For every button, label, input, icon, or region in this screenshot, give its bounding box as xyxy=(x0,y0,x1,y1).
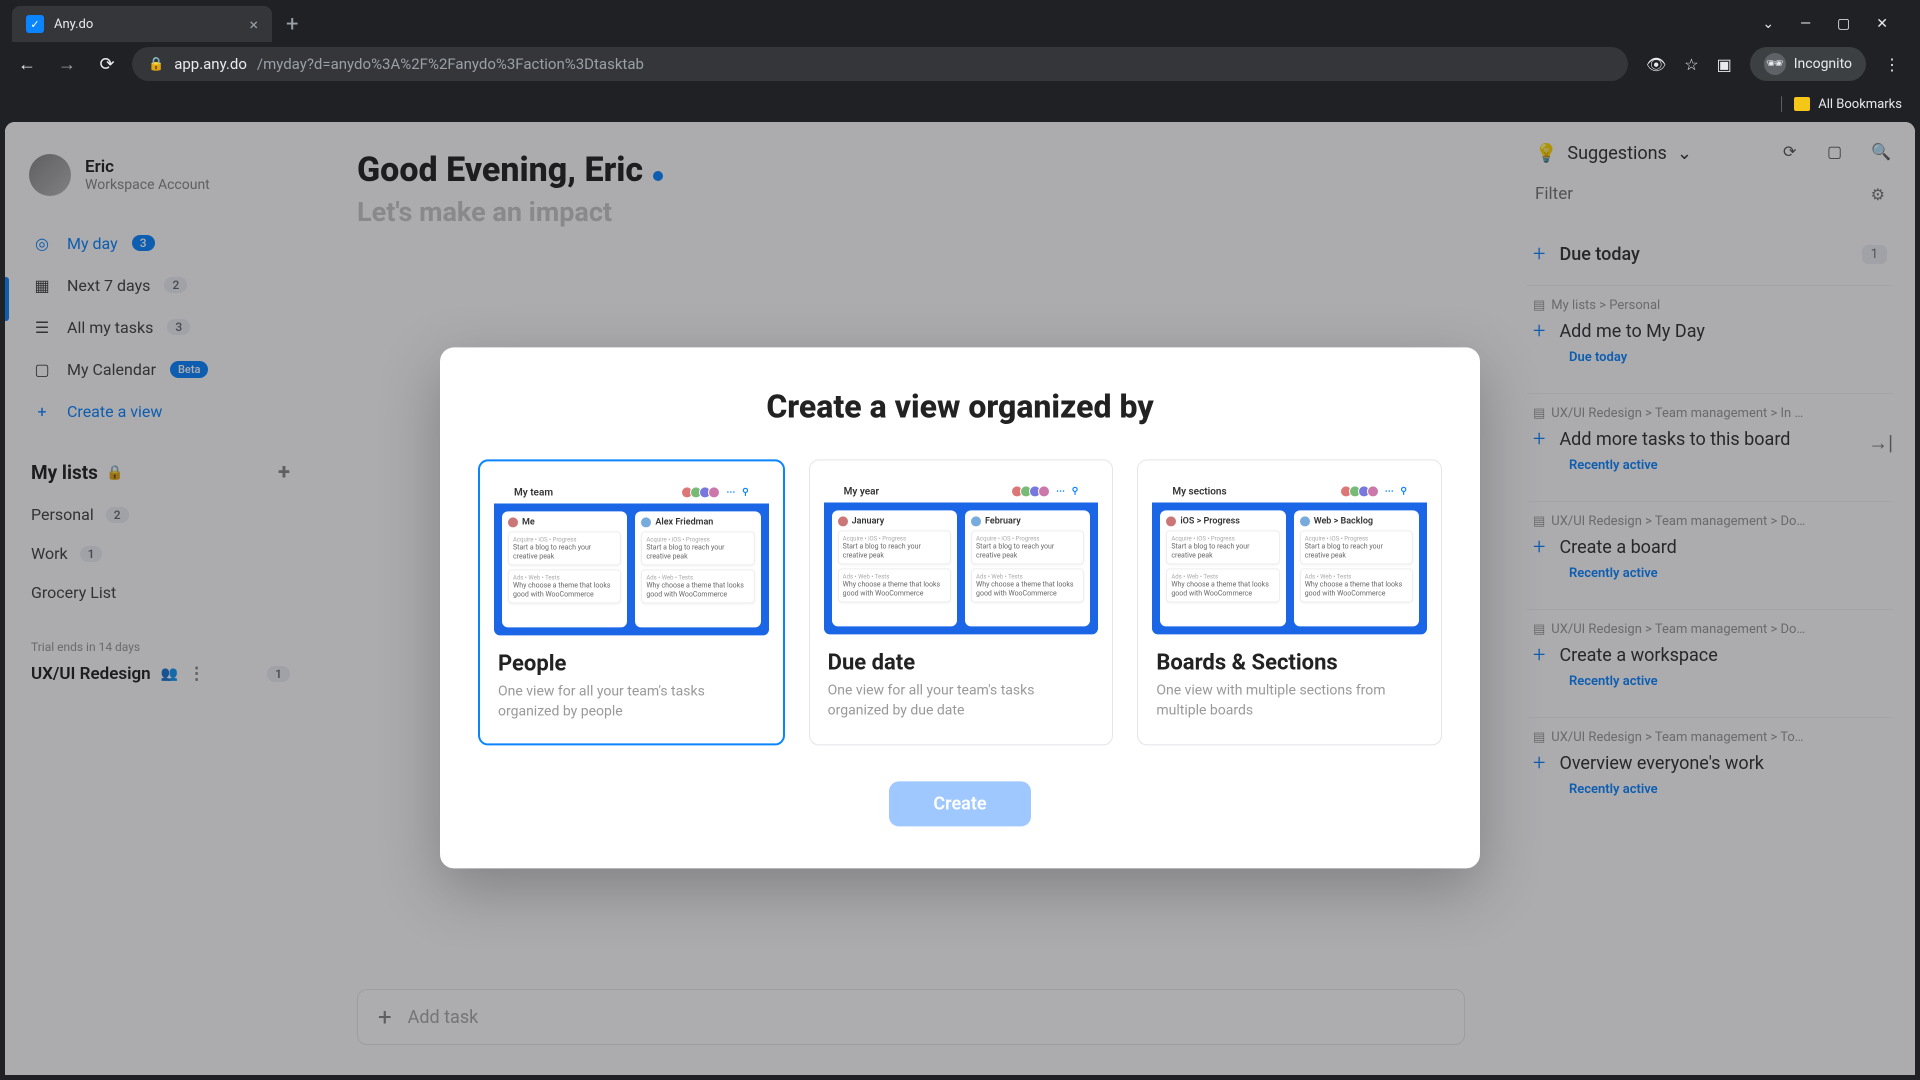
card-preview: My team⋯ ⚲ MeAcquire • iOS • ProgressSta… xyxy=(494,475,769,635)
card-title: Boards & Sections xyxy=(1152,650,1427,675)
incognito-icon: 🕶 xyxy=(1764,53,1786,75)
view-type-cards: My team⋯ ⚲ MeAcquire • iOS • ProgressSta… xyxy=(478,459,1442,745)
maximize-icon[interactable]: ▢ xyxy=(1837,16,1850,32)
bookmarks-bar: │ All Bookmarks xyxy=(0,86,1920,122)
view-type-card[interactable]: My year⋯ ⚲ JanuaryAcquire • iOS • Progre… xyxy=(809,459,1114,745)
card-preview: My sections⋯ ⚲ iOS > ProgressAcquire • i… xyxy=(1152,474,1427,634)
card-description: One view for all your team's tasks organ… xyxy=(494,682,769,721)
card-title: Due date xyxy=(824,650,1099,675)
address-bar: ← → ⟳ 🔒 app.any.do/myday?d=anydo%3A%2F%2… xyxy=(0,42,1920,86)
toolbar-right: 👁 ☆ ▣ 🕶 Incognito ⋮ xyxy=(1638,47,1908,81)
modal-title: Create a view organized by xyxy=(478,387,1442,425)
new-tab-button[interactable]: + xyxy=(272,6,312,42)
extensions-icon[interactable]: ▣ xyxy=(1717,55,1732,74)
card-description: One view for all your team's tasks organ… xyxy=(824,681,1099,720)
chevron-down-icon[interactable]: ⌄ xyxy=(1762,16,1774,32)
favicon-icon xyxy=(26,15,44,33)
card-title: People xyxy=(494,651,769,676)
create-button[interactable]: Create xyxy=(889,782,1030,827)
close-window-icon[interactable]: ✕ xyxy=(1876,16,1888,32)
create-view-modal: Create a view organized by My team⋯ ⚲ Me… xyxy=(440,347,1480,868)
tab-strip: Any.do × + ⌄ ― ▢ ✕ xyxy=(0,0,1920,42)
card-description: One view with multiple sections from mul… xyxy=(1152,681,1427,720)
view-type-card[interactable]: My team⋯ ⚲ MeAcquire • iOS • ProgressSta… xyxy=(478,459,785,745)
tab-title: Any.do xyxy=(54,17,93,32)
url-host: app.any.do xyxy=(174,55,247,73)
url-input[interactable]: 🔒 app.any.do/myday?d=anydo%3A%2F%2Fanydo… xyxy=(132,47,1628,81)
card-preview: My year⋯ ⚲ JanuaryAcquire • iOS • Progre… xyxy=(824,474,1099,634)
star-icon[interactable]: ☆ xyxy=(1684,55,1698,74)
tab-close-icon[interactable]: × xyxy=(249,15,258,34)
forward-icon[interactable]: → xyxy=(52,54,82,75)
browser-tab[interactable]: Any.do × xyxy=(12,6,272,42)
menu-icon[interactable]: ⋮ xyxy=(1884,55,1900,74)
incognito-label: Incognito xyxy=(1794,56,1852,72)
minimize-icon[interactable]: ― xyxy=(1800,16,1811,32)
lock-icon: 🔒 xyxy=(148,57,164,72)
view-type-card[interactable]: My sections⋯ ⚲ iOS > ProgressAcquire • i… xyxy=(1137,459,1442,745)
eye-off-icon[interactable]: 👁 xyxy=(1646,55,1666,74)
window-controls: ⌄ ― ▢ ✕ xyxy=(1762,6,1908,42)
reload-icon[interactable]: ⟳ xyxy=(92,54,122,75)
incognito-badge[interactable]: 🕶 Incognito xyxy=(1750,47,1866,81)
all-bookmarks-button[interactable]: All Bookmarks xyxy=(1818,97,1902,112)
browser-chrome: Any.do × + ⌄ ― ▢ ✕ ← → ⟳ 🔒 app.any.do/my… xyxy=(0,0,1920,122)
url-path: /myday?d=anydo%3A%2F%2Fanydo%3Faction%3D… xyxy=(257,55,644,73)
folder-icon xyxy=(1794,97,1810,111)
app-viewport: Eric Workspace Account ◎ My day 3 ▦ Next… xyxy=(5,122,1915,1075)
back-icon[interactable]: ← xyxy=(12,54,42,75)
